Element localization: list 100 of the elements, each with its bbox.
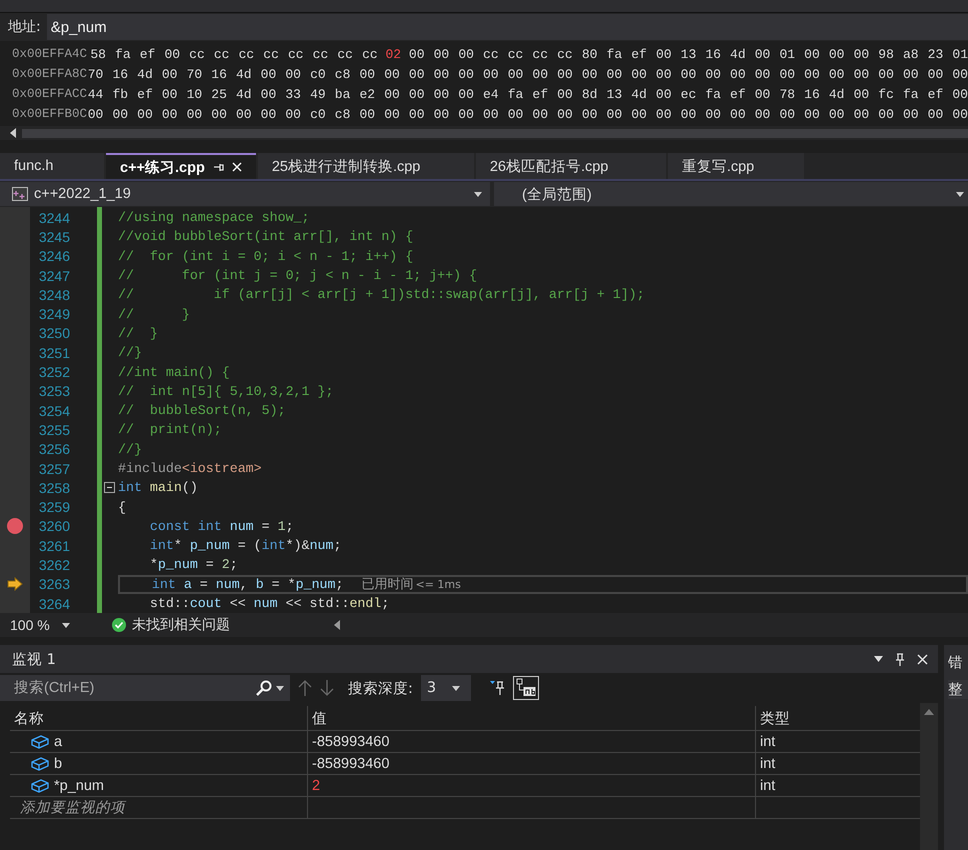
line-number: 3263 [38,576,70,592]
memory-address: 0x00EFFACC [11,87,88,101]
code-line: int* p_num = (int*)&num; [148,538,342,554]
code-line: { [118,500,126,515]
hex-view-icon[interactable] [512,676,539,700]
line-number: 3259 [38,499,70,516]
file-tab[interactable]: c++练习.cpp [106,153,256,179]
variable-type: int [760,778,776,794]
down-arrow-icon[interactable] [320,680,334,696]
code-line: std::cout << num << std::endl; [148,596,390,612]
perf-tip: 已用时间 [362,576,414,594]
memory-bytes: 58 fa ef 00 cc cc cc cc cc cc cc cc [90,46,378,62]
zoom-dropdown[interactable]: 100 % [0,614,80,636]
code-line: // for (int j = 0; j < n - i - 1; j++) { [118,268,478,284]
variable-name: *p_num [54,778,104,794]
pin-icon[interactable] [212,162,224,172]
variable-type: int [760,734,776,750]
depth-dropdown[interactable]: 3 [420,675,471,701]
search-field[interactable]: 搜索(Ctrl+E) [0,675,254,701]
close-icon[interactable] [917,654,928,664]
line-number: 3251 [38,344,70,361]
scroll-left-icon[interactable] [10,128,18,138]
line-number: 3253 [38,383,70,400]
panel-title: 错 [948,654,964,672]
column-header[interactable]: 名称 [10,706,308,730]
check-icon [112,618,126,632]
collapse-icon[interactable] [104,482,115,494]
cube-icon [30,778,50,794]
depth-label: 搜索深度: [348,680,413,698]
code-line: // } [118,306,190,322]
search-button[interactable] [254,675,290,701]
line-number: 3257 [38,460,70,476]
dropdown-icon[interactable] [874,656,883,662]
caret-icon [474,192,482,196]
memory-bytes: 00 00 00 cc cc cc cc 80 fa ef 00 13 16 4d 00 01 00 00 00 98 a8 23 01 [408,46,968,62]
memory-bytes: 70 16 4d 00 70 16 4d 00 00 c0 c8 00 00 00 00 00 00 00 00 00 00 00 00 00 00 00 00 00 00 00 00 00 00 00 00 00 [88,66,968,82]
file-tab[interactable]: 25栈进行进制转换.cpp [258,153,474,179]
line-number: 3248 [38,286,70,303]
address-field[interactable]: &p_num [46,14,968,40]
line-number: 3258 [38,480,70,496]
code-line: // bubbleSort(n, 5); [118,403,286,418]
line-number: 3256 [38,441,70,458]
scroll-left-icon[interactable] [334,620,341,630]
caret-icon [956,192,964,196]
code-line: #include<iostream> [118,461,262,476]
address-label: 地址: [8,18,41,36]
up-arrow-icon[interactable] [298,680,312,696]
memory-bytes: 02 [386,46,402,62]
line-number: 3254 [38,402,70,419]
project-dropdown[interactable]: c++2022_1_19 [0,182,490,206]
caret-icon [62,622,70,628]
issues-status: 未找到相关问题 [132,616,231,634]
memory-address: 0x00EFFA4C [11,47,88,61]
code-line: // if (arr[j] < arr[j + 1])std::swap(arr[j], arr[j + 1]); [118,287,645,302]
file-tab[interactable]: 重复写.cpp [668,153,804,179]
code-line: // } [118,326,158,341]
project-icon [12,187,28,201]
code-line: int a = num, b = *p_num; [150,576,344,592]
line-number: 3264 [38,596,70,612]
variable-name: a [54,734,62,750]
code-line: //int main() { [118,364,230,380]
variable-value: 2 [312,778,320,794]
code-line: // for (int i = 0; i < n - 1; i++) { [118,248,414,264]
caret-icon [452,686,460,690]
line-number: 3245 [38,228,70,245]
line-number: 3260 [38,518,70,534]
cube-icon [30,734,50,750]
panel-title: 监视 1 [12,650,57,668]
search-icon [256,680,272,696]
filter-pin-icon[interactable] [488,680,505,696]
column-header[interactable]: 类型 [756,706,920,730]
cube-icon [30,756,50,772]
filter-dropdown[interactable]: 整 [948,680,968,699]
file-tab[interactable]: func.h [0,153,104,179]
line-number: 3249 [38,306,70,322]
column-header[interactable]: 值 [308,706,756,730]
scroll-up-icon[interactable] [924,709,934,715]
pin-icon[interactable] [895,652,905,666]
add-watch-field[interactable]: 添加要监视的项 [20,798,125,817]
caret-icon [276,686,284,690]
memory-address: 0x00EFFB0C [11,107,88,121]
code-line: //} [118,345,142,360]
variable-value: -858993460 [312,756,390,772]
perf-tip-value: <= 1ms [416,578,461,591]
memory-bytes: 44 fb ef 00 10 25 4d 00 33 49 ba e2 00 00 00 00 e4 fa ef 00 8d 13 4d 00 ec fa ef 00 78 16 4d 00 fc fa ef 00 [88,86,968,102]
code-line: //} [118,442,142,457]
scope-dropdown[interactable]: (全局范围) [494,182,968,206]
code-line: //using namespace show_; [118,210,310,226]
variable-name: b [54,756,62,772]
scrollbar-thumb[interactable] [22,128,968,138]
line-number: 3247 [38,268,70,284]
file-tab[interactable]: 26栈匹配括号.cpp [476,153,666,179]
variable-value: -858993460 [312,734,390,750]
code-line: // int n[5]{ 5,10,3,2,1 }; [118,384,334,399]
code-line: const int num = 1; [148,518,294,534]
close-icon[interactable] [232,162,242,172]
code-line: //void bubbleSort(int arr[], int n) { [118,229,414,244]
line-number: 3261 [38,538,70,554]
line-number: 3252 [38,364,70,380]
line-number: 3250 [38,325,70,342]
